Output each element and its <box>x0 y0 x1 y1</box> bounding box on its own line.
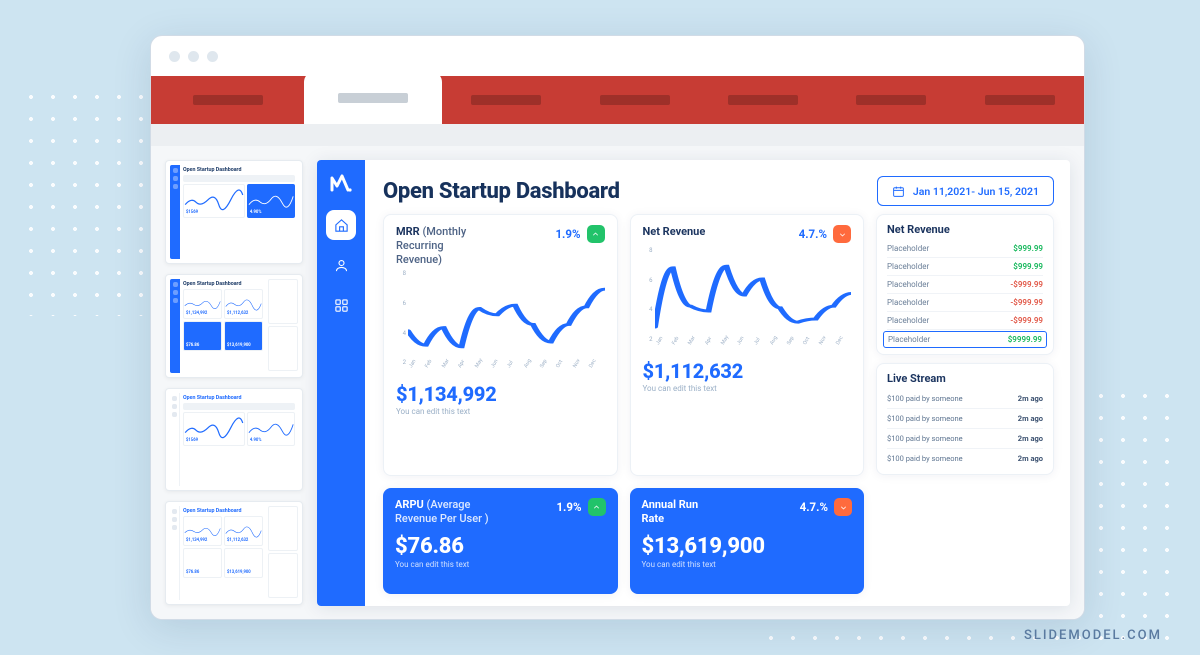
arrow-up-icon <box>587 225 605 243</box>
live-stream-rows: $100 paid by someone2m ago$100 paid by s… <box>887 389 1043 468</box>
live-stream-panel: Live Stream $100 paid by someone2m ago$1… <box>876 363 1054 475</box>
nav-home[interactable] <box>326 210 356 240</box>
arpu-card: ARPU (Average Revenue Per User ) 1.9% $7… <box>383 488 618 594</box>
nav-user[interactable] <box>326 250 356 280</box>
net-revenue-row[interactable]: Placeholder$999.99 <box>887 240 1043 258</box>
mrr-value: $1,134,992 <box>396 382 605 406</box>
net-revenue-row[interactable]: Placeholder$9999.99 <box>883 331 1047 348</box>
arr-card: Annual Run Rate 4.7.% $13,619,900 You ca… <box>630 488 865 594</box>
thumb-title: Open Startup Dashboard <box>183 508 263 514</box>
arpu-sub: You can edit this text <box>395 560 606 569</box>
mrr-pct: 1.9% <box>555 225 604 243</box>
slide-thumb-1[interactable]: Open Startup Dashboard $1569 4.90% <box>165 160 303 264</box>
net-revenue-row[interactable]: Placeholder-$999.99 <box>887 294 1043 312</box>
thumb-title: Open Startup Dashboard <box>183 281 263 287</box>
live-stream-row: $100 paid by someone2m ago <box>887 449 1043 468</box>
net-card: Net Revenue 4.7.% 8642JanFebMarAprMayJun… <box>630 214 865 476</box>
slide-thumb-4[interactable]: Open Startup Dashboard $1,134,992 $1,112… <box>165 501 303 605</box>
arr-sub: You can edit this text <box>642 560 853 569</box>
logo-icon <box>329 170 353 194</box>
traffic-dot <box>207 51 218 62</box>
live-stream-row: $100 paid by someone2m ago <box>887 409 1043 429</box>
nav-apps[interactable] <box>326 290 356 320</box>
live-stream-row: $100 paid by someone2m ago <box>887 429 1043 449</box>
arrow-down-icon <box>833 225 851 243</box>
page-title: Open Startup Dashboard <box>383 179 620 204</box>
presentation-ribbon <box>151 76 1084 146</box>
ribbon-tab[interactable] <box>571 76 699 124</box>
net-revenue-rows: Placeholder$999.99Placeholder$999.99Plac… <box>887 240 1043 348</box>
net-pct: 4.7.% <box>799 225 851 243</box>
dashboard-main: Open Startup Dashboard Jan 11,2021- Jun … <box>365 160 1070 606</box>
live-stream-row: $100 paid by someone2m ago <box>887 389 1043 409</box>
sidebar <box>317 160 365 606</box>
mrr-sub: You can edit this text <box>396 407 605 416</box>
slide-thumbnails: Open Startup Dashboard $1569 4.90% Open … <box>165 160 303 605</box>
editor-body: Open Startup Dashboard $1569 4.90% Open … <box>151 146 1084 619</box>
titlebar <box>151 36 1084 76</box>
arpu-pct: 1.9% <box>556 498 605 516</box>
ribbon-tab[interactable] <box>151 76 304 124</box>
arr-pct: 4.7.% <box>800 498 852 516</box>
slide-thumb-3[interactable]: Open Startup Dashboard $1569 4.90% <box>165 388 303 492</box>
net-revenue-row[interactable]: Placeholder-$999.99 <box>887 276 1043 294</box>
arr-label: Annual Run Rate <box>642 498 722 526</box>
traffic-dot <box>169 51 180 62</box>
net-label: Net Revenue <box>643 225 706 239</box>
dashboard-slide: Open Startup Dashboard Jan 11,2021- Jun … <box>317 160 1070 606</box>
net-chart: 8642JanFebMarAprMayJunJulAugSepOctNovDec <box>643 247 852 357</box>
thumb-title: Open Startup Dashboard <box>183 395 295 401</box>
browser-window: Open Startup Dashboard $1569 4.90% Open … <box>150 35 1085 620</box>
net-sub: You can edit this text <box>643 384 852 393</box>
date-range-text: Jan 11,2021- Jun 15, 2021 <box>913 185 1039 198</box>
arr-value: $13,619,900 <box>642 534 853 559</box>
calendar-icon <box>892 185 905 198</box>
date-range-picker[interactable]: Jan 11,2021- Jun 15, 2021 <box>877 176 1054 206</box>
thumb-title: Open Startup Dashboard <box>183 167 295 173</box>
ribbon-tab[interactable] <box>699 76 827 124</box>
net-value: $1,112,632 <box>643 359 852 383</box>
ribbon-toolbar <box>151 124 1084 146</box>
attribution: SLIDEMODEL.COM <box>1024 628 1162 643</box>
net-revenue-title: Net Revenue <box>887 223 1043 236</box>
arrow-up-icon <box>588 498 606 516</box>
ribbon-tab[interactable] <box>827 76 955 124</box>
net-revenue-row[interactable]: Placeholder-$999.99 <box>887 312 1043 330</box>
slide-thumb-2[interactable]: Open Startup Dashboard $1,134,992 $1,112… <box>165 274 303 378</box>
ribbon-tab[interactable] <box>956 76 1084 124</box>
mrr-label: MRR (Monthly Recurring Revenue) <box>396 225 492 266</box>
net-revenue-row[interactable]: Placeholder$999.99 <box>887 258 1043 276</box>
mrr-chart: 8642JanFebMarAprMayJunJulAugSepOctNovDec <box>396 270 605 380</box>
arpu-value: $76.86 <box>395 534 606 559</box>
arpu-label: ARPU (Average Revenue Per User ) <box>395 498 505 526</box>
traffic-dot <box>188 51 199 62</box>
mrr-card: MRR (Monthly Recurring Revenue) 1.9% 864… <box>383 214 618 476</box>
live-stream-title: Live Stream <box>887 372 1043 385</box>
ribbon-tab-active[interactable] <box>304 72 442 124</box>
ribbon-tab[interactable] <box>442 76 570 124</box>
arrow-down-icon <box>834 498 852 516</box>
net-revenue-panel: Net Revenue Placeholder$999.99Placeholde… <box>876 214 1054 355</box>
